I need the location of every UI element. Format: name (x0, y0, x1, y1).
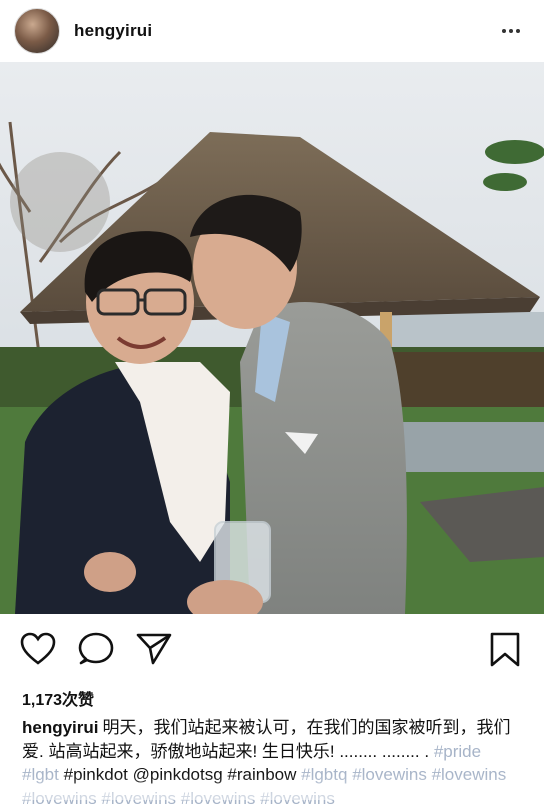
paper-plane-icon[interactable] (136, 632, 172, 671)
hashtag[interactable]: #lovewins (181, 789, 256, 808)
hashtag[interactable]: #lovewins (260, 789, 335, 808)
hashtag[interactable]: #lgbtq (301, 765, 347, 784)
mention[interactable]: @pinkdotsg (133, 765, 223, 784)
caption-username[interactable]: hengyirui (22, 718, 99, 737)
hashtag[interactable]: #lovewins (352, 765, 427, 784)
heart-icon[interactable] (20, 632, 56, 671)
hashtag[interactable]: #lovewins (101, 789, 176, 808)
hashtag[interactable]: #rainbow (227, 765, 296, 784)
post-photo[interactable] (0, 62, 544, 614)
comment-bubble-icon[interactable] (78, 632, 114, 671)
post-header: hengyirui (0, 0, 544, 62)
bookmark-icon[interactable] (488, 632, 522, 673)
hashtag[interactable]: #lovewins (432, 765, 507, 784)
photo-illustration (0, 62, 544, 614)
more-dots-icon[interactable] (502, 29, 520, 33)
instagram-post: hengyirui 1,173次赞 hengyirui 明天，我们站起来被认可，… (0, 0, 544, 808)
hashtag[interactable]: #lgbt (22, 765, 59, 784)
username[interactable]: hengyirui (74, 21, 152, 41)
hashtag[interactable]: #pride (434, 742, 481, 761)
like-count[interactable]: 1,173次赞 (22, 686, 94, 710)
hashtag[interactable]: #pinkdot (64, 765, 128, 784)
avatar[interactable] (14, 8, 60, 54)
action-bar (0, 632, 544, 674)
post-caption: hengyirui 明天，我们站起来被认可，在我们的国家被听到，我们爱. 站高站起… (22, 716, 522, 810)
hashtag[interactable]: #lovewins (22, 789, 97, 808)
